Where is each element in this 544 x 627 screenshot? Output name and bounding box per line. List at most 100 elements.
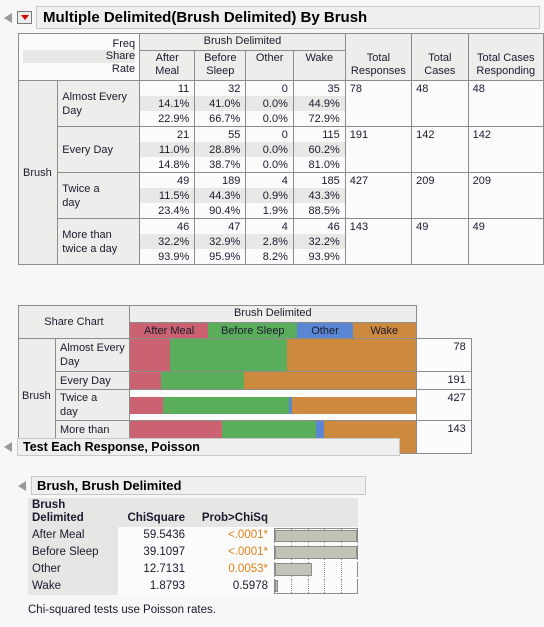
share-chart-bar <box>128 389 417 421</box>
poisson-bar <box>275 563 312 576</box>
triangle-open-icon[interactable] <box>18 480 26 491</box>
plot-gridline <box>340 579 342 593</box>
crosstab-total-cell-2: 142 <box>467 126 544 173</box>
main-outline-title: Multiple Delimited(Brush Delimited) By B… <box>36 6 540 29</box>
poisson-prob-plot <box>274 545 358 560</box>
crosstab-cell: 185 43.3% 88.5% <box>292 172 346 219</box>
poisson-header-row: Brush Delimited ChiSquare Prob>ChiSq <box>28 498 358 527</box>
poisson-prob-plot <box>274 579 358 594</box>
crosstab-cell: 47 32.9% 95.9% <box>194 218 247 265</box>
poisson-response-label: Wake <box>28 578 118 595</box>
poisson-header-response: Brush Delimited <box>28 498 118 527</box>
crosstab-cell: 46 32.2% 93.9% <box>139 218 196 265</box>
share-chart-group-header: Brush Delimited <box>128 305 417 323</box>
poisson-header-plot <box>274 498 358 527</box>
poisson-chisquare-value: 59.5436 <box>118 527 191 544</box>
poisson-prob-value: <.0001* <box>191 544 274 561</box>
poisson-header-prob: Prob>ChiSq <box>191 498 274 527</box>
crosstab-row-label: Twice a day <box>57 172 141 219</box>
share-chart-row: Every Day 191 <box>19 371 472 390</box>
poisson-prob-plot-cell <box>274 578 358 595</box>
poisson-prob-plot-cell <box>274 561 358 578</box>
share-segment-3 <box>287 339 416 371</box>
test-outline-header[interactable]: Test Each Response, Poisson <box>4 438 400 456</box>
crosstab-total-cell-1: 48 <box>411 80 469 127</box>
crosstab-cell: 4 2.8% 8.2% <box>245 218 294 265</box>
triangle-open-icon[interactable] <box>4 442 12 452</box>
poisson-chisquare-value: 39.1097 <box>118 544 191 561</box>
share-chart-legend-item-1[interactable]: Before Sleep <box>208 323 298 338</box>
poisson-chisquare-value: 1.8793 <box>118 578 191 595</box>
poisson-footnote: Chi-squared tests use Poisson rates. <box>28 604 216 616</box>
share-segment-0 <box>129 339 171 371</box>
poisson-test-table: Brush Delimited ChiSquare Prob>ChiSq After M… <box>28 498 358 595</box>
crosstab-total-cell-0: 143 <box>344 218 413 265</box>
share-chart-table: Share Chart Brush Delimited After Meal Befo… <box>18 305 472 454</box>
share-segment-1 <box>161 372 244 389</box>
poisson-prob-value: <.0001* <box>191 527 274 544</box>
share-chart-legend: After Meal Before Sleep Other Wake <box>128 322 417 339</box>
crosstab-col-before-sleep: Before Sleep <box>194 50 247 81</box>
poisson-bar <box>275 546 357 559</box>
poisson-row: Before Sleep 39.1097 <.0001* <box>28 544 358 561</box>
share-chart-total: 427 <box>415 389 472 421</box>
share-chart-legend-item-3[interactable]: Wake <box>352 323 416 338</box>
crosstab-cell: 0 0.0% 0.0% <box>245 126 294 173</box>
share-chart-row: Brush Almost Every Day 78 <box>18 338 472 454</box>
corner-label-rate: Rate <box>111 62 136 75</box>
share-chart-corner-label: Share Chart <box>18 305 130 339</box>
crosstab-total-cell-0: 191 <box>344 126 413 173</box>
crosstab-cell: 35 44.9% 72.9% <box>292 80 346 127</box>
crosstab-cell: 21 11.0% 14.8% <box>139 126 196 173</box>
poisson-prob-plot-cell <box>274 544 358 561</box>
crosstab-col-wake: Wake <box>292 50 346 81</box>
crosstab-cell: 49 11.5% 23.4% <box>139 172 196 219</box>
share-segment-1 <box>162 396 290 414</box>
crosstab-col-after-meal: After Meal <box>139 50 196 81</box>
share-chart-legend-item-0[interactable]: After Meal <box>129 323 209 338</box>
crosstab-cell: 115 60.2% 81.0% <box>292 126 346 173</box>
poisson-bar <box>275 530 357 542</box>
crosstab-cell: 32 41.0% 66.7% <box>194 80 247 127</box>
share-segment-1 <box>170 339 288 371</box>
poisson-header-chisquare: ChiSquare <box>118 498 191 527</box>
crosstab-col-extra-0: Total Responses <box>344 33 413 81</box>
corner-label-share: Share <box>23 50 136 63</box>
share-chart-legend-item-2[interactable]: Other <box>297 323 353 338</box>
red-triangle-menu-icon[interactable] <box>17 11 32 24</box>
crosstab-total-cell-1: 209 <box>411 172 469 219</box>
plot-gridline <box>307 579 309 593</box>
poisson-response-label: Before Sleep <box>28 544 118 561</box>
share-chart-row-group-label: Brush <box>18 338 56 454</box>
plot-gridline <box>324 562 326 577</box>
plot-gridline <box>340 562 342 577</box>
crosstab-total-cell-2: 209 <box>467 172 544 219</box>
crosstab-cell: 46 32.2% 93.9% <box>292 218 346 265</box>
triangle-open-icon[interactable] <box>4 12 12 23</box>
share-chart-bar <box>128 371 417 390</box>
crosstab-col-extra-2: Total Cases Responding <box>467 33 544 81</box>
poisson-prob-plot <box>274 528 358 543</box>
main-outline-header[interactable]: Multiple Delimited(Brush Delimited) By B… <box>4 6 540 29</box>
crosstab-row: More than twice a day 46 32.2% 93.9% 47 32.9% 9… <box>19 218 544 265</box>
test-outline-title: Test Each Response, Poisson <box>17 438 400 456</box>
share-chart-bar <box>128 338 417 372</box>
poisson-row: Other 12.7131 0.0053* <box>28 561 358 578</box>
crosstab-total-cell-0: 427 <box>344 172 413 219</box>
crosstab-row: Brush Almost Every Day 11 14.1% 22.9% 32 41.0% 6… <box>17 80 544 265</box>
brush-outline-header[interactable]: Brush, Brush Delimited <box>18 476 366 495</box>
poisson-prob-plot <box>274 562 358 577</box>
crosstab-total-cell-1: 142 <box>411 126 469 173</box>
poisson-bar <box>275 580 279 592</box>
crosstab-cell: 4 0.9% 1.9% <box>245 172 294 219</box>
poisson-response-label: Other <box>28 561 118 578</box>
share-chart-row: Twice a day 427 <box>19 389 472 421</box>
poisson-chisquare-value: 12.7131 <box>118 561 191 578</box>
crosstab-header-row-1: Freq Share Rate Brush Delimited Total Re… <box>17 33 544 81</box>
crosstab-row-label: Every Day <box>57 126 141 173</box>
poisson-prob-plot-cell <box>274 527 358 544</box>
jmp-report-page: Multiple Delimited(Brush Delimited) By B… <box>0 0 544 627</box>
crosstab-table: Freq Share Rate Brush Delimited Total Re… <box>17 33 544 265</box>
share-chart-row-label: Twice a day <box>55 389 130 421</box>
crosstab-row: Every Day 21 11.0% 14.8% 55 28.8% 38.7% 0 0.0% 0.… <box>19 126 544 173</box>
